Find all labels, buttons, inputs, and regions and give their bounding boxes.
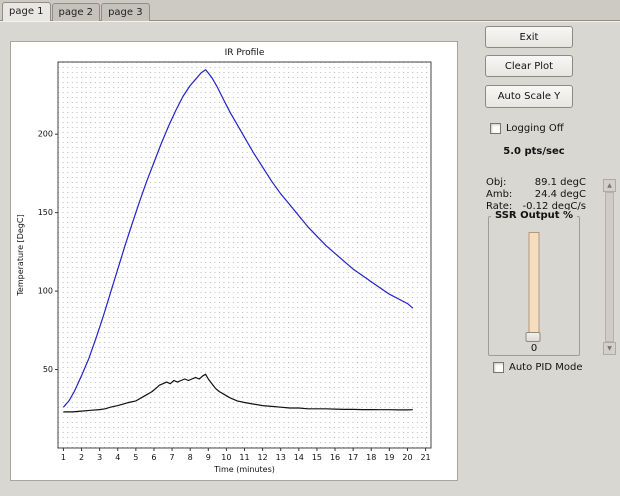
x-tick-label: 20 bbox=[402, 453, 412, 462]
y-tick-label: 200 bbox=[38, 130, 53, 139]
readout-value: 89.1 degC bbox=[534, 177, 586, 188]
chart-figure: 1 2 3 4 5 6 7 8 9 10 11 12 13 14 15 16 17 18 19 20 21 50 100 15… bbox=[10, 41, 458, 481]
ssr-output-frame: SSR Output % 0 bbox=[488, 210, 580, 356]
x-tick-label: 17 bbox=[348, 453, 358, 462]
x-tick-label: 2 bbox=[79, 453, 84, 462]
logging-checkbox[interactable] bbox=[490, 123, 501, 134]
ssr-slider-trough[interactable] bbox=[525, 232, 541, 342]
clear-plot-button[interactable]: Clear Plot bbox=[485, 55, 573, 77]
sample-rate-label: 5.0 pts/sec bbox=[503, 146, 565, 157]
readout-label: Amb: bbox=[486, 189, 513, 200]
x-tick-label: 14 bbox=[294, 453, 304, 462]
x-tick-label: 21 bbox=[420, 453, 430, 462]
x-tick-label: 16 bbox=[330, 453, 340, 462]
auto-pid-checkbox[interactable] bbox=[493, 362, 504, 373]
x-tick-label: 18 bbox=[366, 453, 376, 462]
ssr-slider-handle[interactable] bbox=[525, 332, 541, 342]
x-tick-label: 7 bbox=[170, 453, 175, 462]
x-tick-label: 11 bbox=[239, 453, 249, 462]
scroll-up-arrow-icon[interactable]: ▲ bbox=[603, 179, 616, 192]
x-tick-label: 3 bbox=[97, 453, 102, 462]
chart-title: IR Profile bbox=[225, 48, 265, 58]
x-tick-label: 13 bbox=[276, 453, 286, 462]
x-tick-label: 19 bbox=[384, 453, 394, 462]
logging-checkbox-row[interactable]: Logging Off bbox=[490, 123, 564, 134]
plot-grid bbox=[58, 62, 431, 448]
readout-label: Obj: bbox=[486, 177, 507, 188]
x-tick-label: 6 bbox=[151, 453, 156, 462]
temperature-readouts: Obj: 89.1 degC Amb: 24.4 degC Rate: -0.12 deg… bbox=[486, 177, 586, 213]
exit-button[interactable]: Exit bbox=[485, 26, 573, 48]
x-tick-label: 8 bbox=[188, 453, 193, 462]
y-tick-label: 50 bbox=[43, 365, 53, 374]
tab-page-1[interactable]: page 1 bbox=[2, 2, 51, 21]
tab-page-2[interactable]: page 2 bbox=[51, 3, 101, 21]
y-axis-label: Temperature [DegC] bbox=[16, 214, 25, 296]
readout-row: Obj: 89.1 degC bbox=[486, 177, 586, 189]
x-tick-label: 5 bbox=[133, 453, 138, 462]
x-tick-label: 4 bbox=[115, 453, 120, 462]
scroll-down-arrow-icon[interactable]: ▼ bbox=[603, 342, 616, 355]
readout-value: 24.4 degC bbox=[534, 189, 586, 200]
logging-checkbox-label: Logging Off bbox=[506, 123, 564, 134]
readout-row: Amb: 24.4 degC bbox=[486, 189, 586, 201]
app-window: page 1 page 2 page 3 1 2 3 4 5 6 7 8 9 10 11 12 13 14 15… bbox=[0, 0, 620, 496]
y-tick-label: 150 bbox=[38, 208, 53, 217]
auto-scale-y-button[interactable]: Auto Scale Y bbox=[485, 85, 573, 108]
auto-pid-checkbox-row[interactable]: Auto PID Mode bbox=[493, 362, 583, 373]
x-tick-label: 1 bbox=[61, 453, 66, 462]
x-axis-label: Time (minutes) bbox=[213, 465, 275, 474]
x-tick-label: 9 bbox=[206, 453, 211, 462]
tab-bar: page 1 page 2 page 3 bbox=[0, 0, 620, 21]
x-tick-label: 10 bbox=[221, 453, 231, 462]
x-tick-label: 15 bbox=[312, 453, 322, 462]
tab-page-3[interactable]: page 3 bbox=[101, 3, 150, 21]
right-scrollbar[interactable]: ▲ ▼ bbox=[603, 179, 616, 355]
x-tick-label: 12 bbox=[258, 453, 268, 462]
auto-pid-checkbox-label: Auto PID Mode bbox=[509, 362, 583, 373]
scrollbar-trough[interactable] bbox=[605, 192, 614, 342]
y-tick-label: 100 bbox=[38, 287, 53, 296]
ssr-output-frame-label: SSR Output % bbox=[490, 210, 578, 221]
ir-profile-chart: 1 2 3 4 5 6 7 8 9 10 11 12 13 14 15 16 17 18 19 20 215010015… bbox=[16, 48, 432, 474]
ssr-output-value: 0 bbox=[530, 343, 538, 354]
